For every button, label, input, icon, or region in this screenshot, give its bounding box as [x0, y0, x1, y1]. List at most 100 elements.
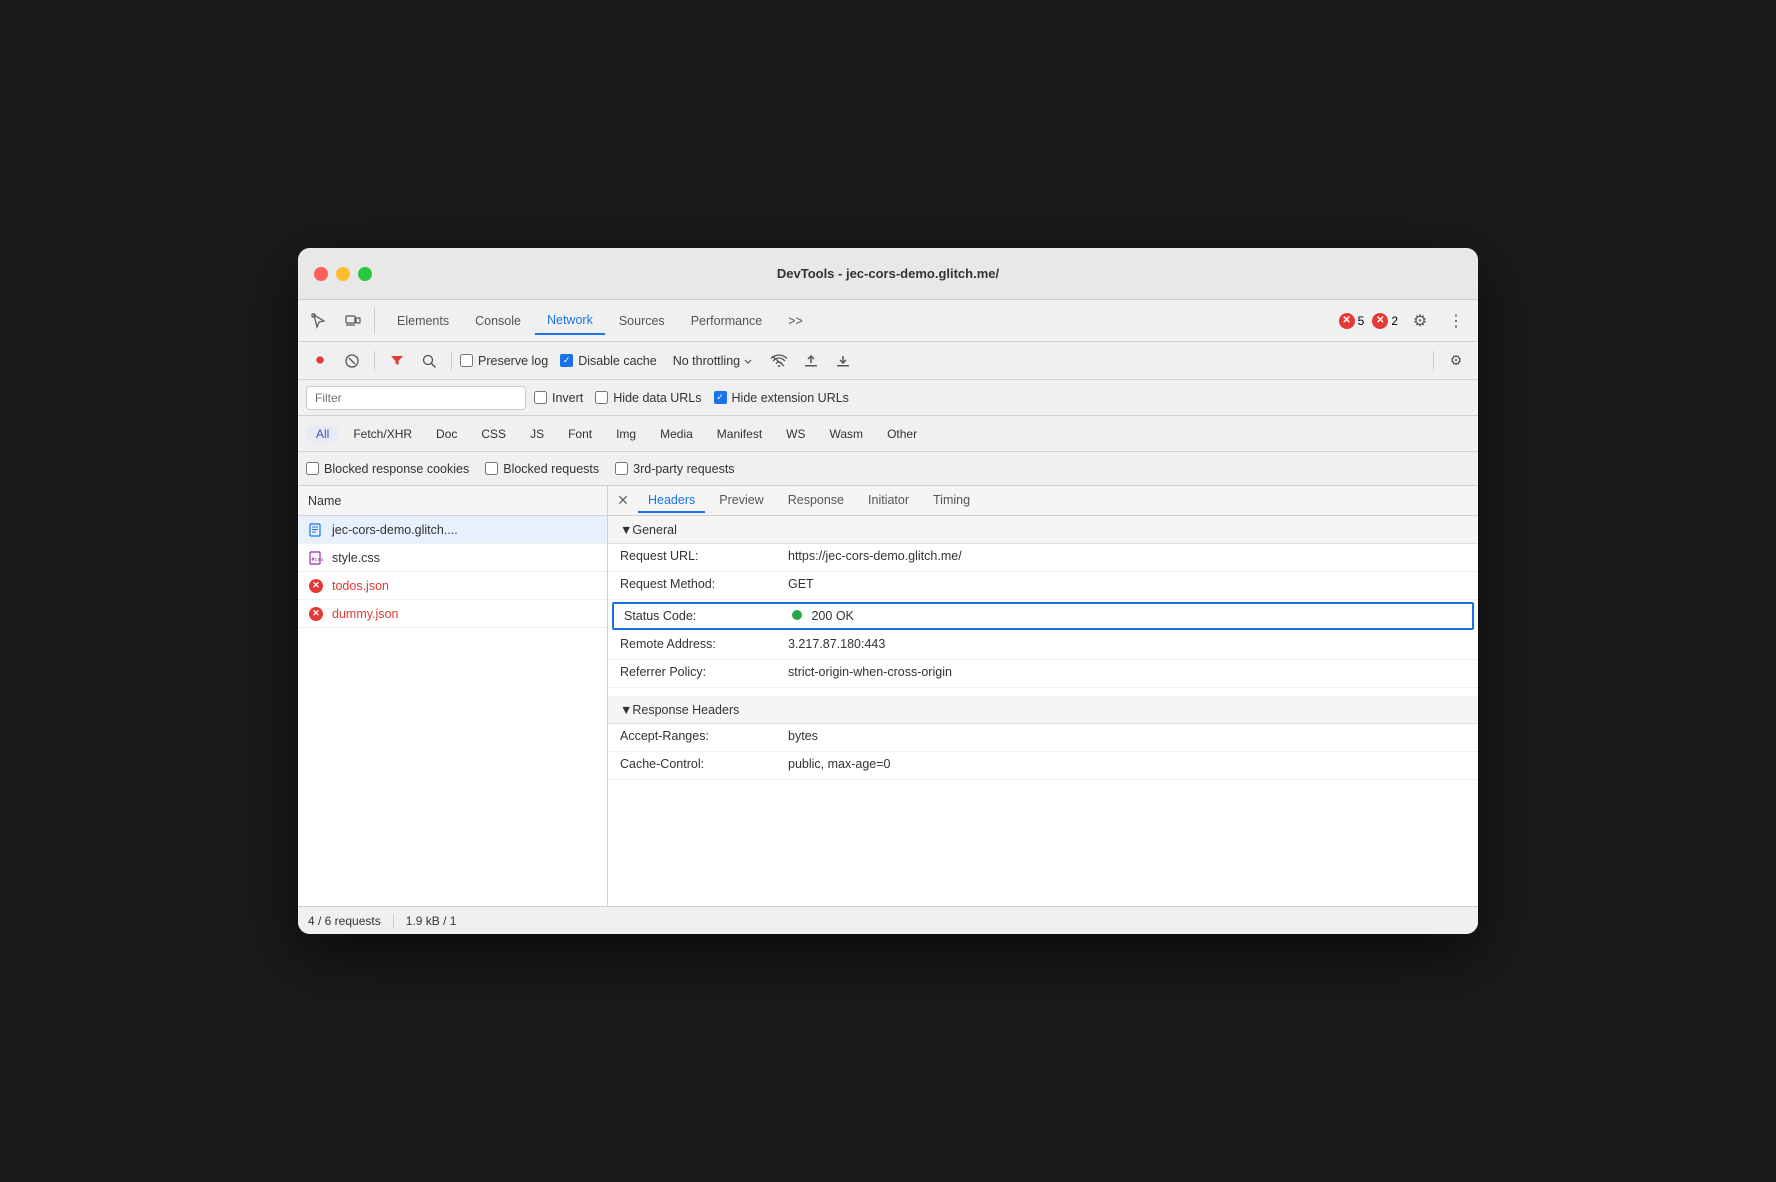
- header-row-cache-control: Cache-Control: public, max-age=0: [608, 752, 1478, 780]
- filter-input[interactable]: [306, 386, 526, 410]
- type-chip-manifest[interactable]: Manifest: [707, 425, 772, 443]
- data-size: 1.9 kB / 1: [406, 914, 457, 928]
- window-title: DevTools - jec-cors-demo.glitch.me/: [777, 266, 999, 281]
- header-value-cache-control: public, max-age=0: [788, 757, 891, 771]
- file-icon-1: [308, 522, 324, 538]
- header-key-request-url: Request URL:: [620, 549, 780, 563]
- disable-cache-checkbox[interactable]: ✓: [560, 354, 573, 367]
- general-section-header[interactable]: ▼General: [608, 516, 1478, 544]
- type-chip-media[interactable]: Media: [650, 425, 703, 443]
- type-chip-other[interactable]: Other: [877, 425, 927, 443]
- wifi-icon[interactable]: [765, 347, 793, 375]
- type-chip-wasm[interactable]: Wasm: [820, 425, 874, 443]
- network-settings-icon[interactable]: ⚙: [1442, 347, 1470, 375]
- toolbar-divider-3: [1433, 351, 1434, 371]
- file-item-1[interactable]: jec-cors-demo.glitch....: [298, 516, 607, 544]
- search-icon[interactable]: [415, 347, 443, 375]
- preserve-log-checkbox[interactable]: [460, 354, 473, 367]
- file-name-1: jec-cors-demo.glitch....: [332, 523, 458, 537]
- type-chip-css[interactable]: CSS: [471, 425, 516, 443]
- maximize-button[interactable]: [358, 267, 372, 281]
- download-icon[interactable]: [829, 347, 857, 375]
- tab-preview[interactable]: Preview: [709, 489, 773, 513]
- file-name-3: todos.json: [332, 579, 389, 593]
- clear-button[interactable]: [338, 347, 366, 375]
- error-badge-1: ✕ 5: [1339, 313, 1365, 329]
- tab-sources[interactable]: Sources: [607, 308, 677, 334]
- close-panel-button[interactable]: ✕: [612, 490, 634, 512]
- header-value-request-method: GET: [788, 577, 814, 591]
- headers-panel: ✕ Headers Preview Response Initiator Tim…: [608, 486, 1478, 906]
- type-chip-fetch-xhr[interactable]: Fetch/XHR: [343, 425, 422, 443]
- file-icon-4: ✕: [308, 606, 324, 622]
- file-item-2[interactable]: #css style.css: [298, 544, 607, 572]
- toolbar-divider-1: [374, 351, 375, 371]
- file-list-panel: Name jec-cors-demo.glitch....: [298, 486, 608, 906]
- third-party-checkbox[interactable]: [615, 462, 628, 475]
- hide-extension-urls-label[interactable]: ✓ Hide extension URLs: [714, 391, 849, 405]
- main-nav: Elements Console Network Sources Perform…: [298, 300, 1478, 342]
- tab-response[interactable]: Response: [778, 489, 854, 513]
- tab-elements[interactable]: Elements: [385, 308, 461, 334]
- file-icon-3: ✕: [308, 578, 324, 594]
- blocked-cookies-checkbox[interactable]: [306, 462, 319, 475]
- title-bar: DevTools - jec-cors-demo.glitch.me/: [298, 248, 1478, 300]
- response-headers-section-header[interactable]: ▼Response Headers: [608, 696, 1478, 724]
- record-button[interactable]: ⏺: [306, 347, 334, 375]
- header-row-referrer-policy: Referrer Policy: strict-origin-when-cros…: [608, 660, 1478, 688]
- tab-network[interactable]: Network: [535, 307, 605, 335]
- blocked-cookies-label[interactable]: Blocked response cookies: [306, 462, 469, 476]
- tab-timing[interactable]: Timing: [923, 489, 980, 513]
- close-button[interactable]: [314, 267, 328, 281]
- tab-initiator[interactable]: Initiator: [858, 489, 919, 513]
- type-chip-js[interactable]: JS: [520, 425, 554, 443]
- minimize-button[interactable]: [336, 267, 350, 281]
- blocked-requests-checkbox[interactable]: [485, 462, 498, 475]
- throttling-select[interactable]: No throttling: [669, 352, 757, 370]
- type-chip-ws[interactable]: WS: [776, 425, 815, 443]
- type-chip-doc[interactable]: Doc: [426, 425, 467, 443]
- invert-label[interactable]: Invert: [534, 391, 583, 405]
- file-item-3[interactable]: ✕ todos.json: [298, 572, 607, 600]
- type-chip-all[interactable]: All: [306, 425, 339, 443]
- upload-icon[interactable]: [797, 347, 825, 375]
- tab-console[interactable]: Console: [463, 308, 533, 334]
- preserve-log-label[interactable]: Preserve log: [460, 354, 548, 368]
- error-icon-1: ✕: [1339, 313, 1355, 329]
- blocked-requests-label[interactable]: Blocked requests: [485, 462, 599, 476]
- device-icon-btn[interactable]: [340, 308, 366, 334]
- hide-extension-urls-checkbox[interactable]: ✓: [714, 391, 727, 404]
- devtools-window: DevTools - jec-cors-demo.glitch.me/ Elem…: [298, 248, 1478, 934]
- header-key-request-method: Request Method:: [620, 577, 780, 591]
- toolbar-divider-2: [451, 351, 452, 371]
- requests-count: 4 / 6 requests: [308, 914, 381, 928]
- third-party-label[interactable]: 3rd-party requests: [615, 462, 734, 476]
- header-row-request-method: Request Method: GET: [608, 572, 1478, 600]
- tab-performance[interactable]: Performance: [679, 308, 775, 334]
- type-chip-img[interactable]: Img: [606, 425, 646, 443]
- svg-text:#css: #css: [312, 557, 324, 563]
- filter-funnel-icon[interactable]: [383, 347, 411, 375]
- invert-checkbox[interactable]: [534, 391, 547, 404]
- header-row-accept-ranges: Accept-Ranges: bytes: [608, 724, 1478, 752]
- cursor-icon-btn[interactable]: [306, 308, 332, 334]
- filter-row: Invert Hide data URLs ✓ Hide extension U…: [298, 380, 1478, 416]
- tab-headers[interactable]: Headers: [638, 489, 705, 513]
- header-key-status-code: Status Code:: [624, 609, 784, 623]
- tab-more[interactable]: >>: [776, 308, 815, 334]
- nav-icons: [306, 308, 375, 334]
- main-content: Name jec-cors-demo.glitch....: [298, 486, 1478, 906]
- hide-data-urls-checkbox[interactable]: [595, 391, 608, 404]
- header-key-accept-ranges: Accept-Ranges:: [620, 729, 780, 743]
- type-chip-font[interactable]: Font: [558, 425, 602, 443]
- hide-data-urls-label[interactable]: Hide data URLs: [595, 391, 701, 405]
- file-item-4[interactable]: ✕ dummy.json: [298, 600, 607, 628]
- disable-cache-label[interactable]: ✓ Disable cache: [560, 354, 657, 368]
- more-options-icon[interactable]: ⋮: [1442, 307, 1470, 335]
- nav-right: ✕ 5 ✕ 2 ⚙ ⋮: [1339, 307, 1470, 335]
- header-value-request-url: https://jec-cors-demo.glitch.me/: [788, 549, 962, 563]
- settings-gear-icon[interactable]: ⚙: [1406, 307, 1434, 335]
- header-value-referrer-policy: strict-origin-when-cross-origin: [788, 665, 952, 679]
- header-key-remote-address: Remote Address:: [620, 637, 780, 651]
- file-icon-2: #css: [308, 550, 324, 566]
